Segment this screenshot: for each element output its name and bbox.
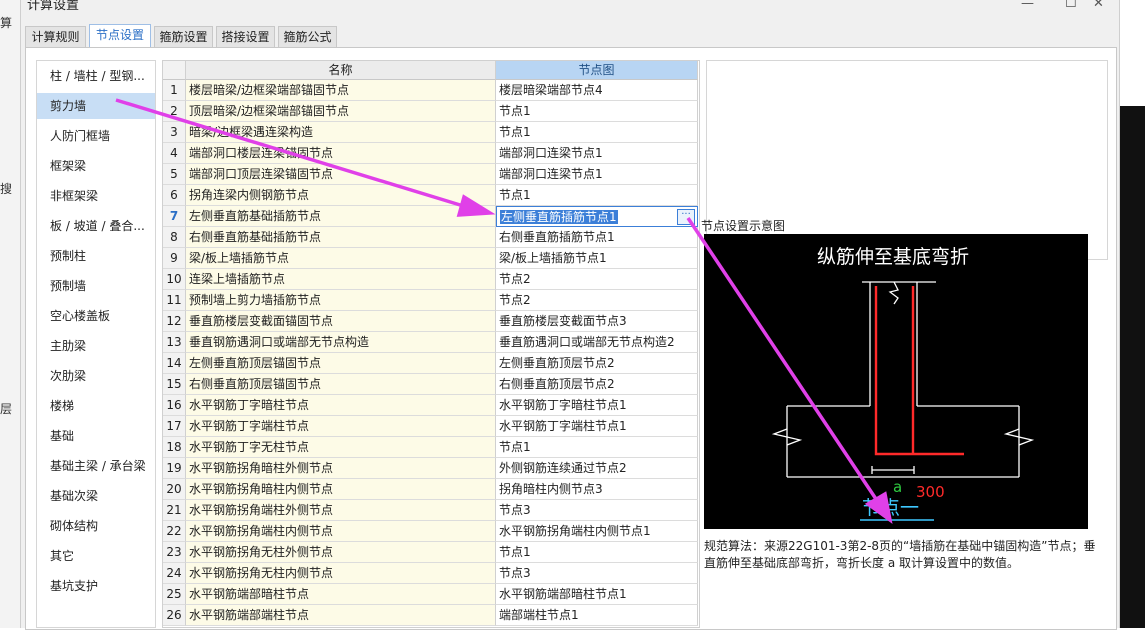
arrow-category-to-row [115,98,496,217]
annotation-arrows [115,98,893,525]
arrow-row-to-diagram [686,217,893,525]
